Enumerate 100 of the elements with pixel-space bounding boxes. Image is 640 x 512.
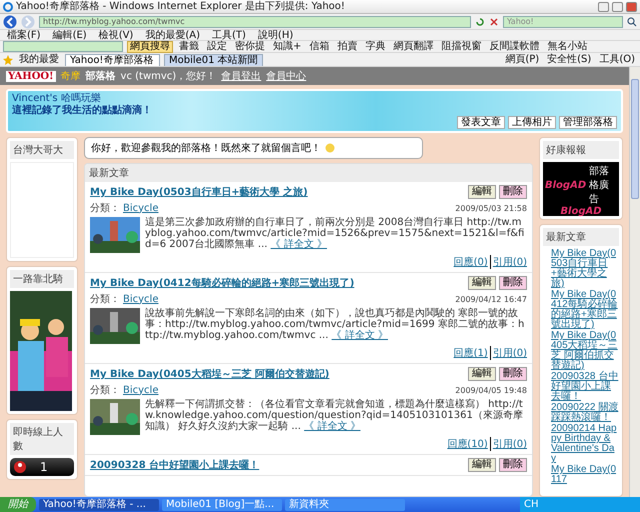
post-date: 2009/04/12 16:47: [455, 294, 527, 304]
site-logo: YAHOO!: [6, 70, 56, 82]
toolbar-item[interactable]: 網頁翻譯: [391, 41, 436, 52]
post-excerpt: 先解釋一下何謂抓交替：（各位看官文章看完就會知道，標題為什麼這樣寫） http://tw.knowledge.yahoo.com/question/question?qid=1405103101361（來源奇摩知識） 好久好久沒約大家一起騎 ... 《 詳全文 》: [145, 399, 524, 432]
greeting-text: vc (twmvc)，您好！: [120, 70, 216, 83]
toolbar-item[interactable]: 設定: [205, 41, 229, 52]
toolbar-item[interactable]: 信箱: [307, 41, 332, 52]
toolbar-item[interactable]: 密你提: [233, 41, 267, 52]
post-action-button[interactable]: 編輯: [468, 276, 496, 290]
post-title[interactable]: 20090328 台中好望園小上課去囉！: [90, 458, 465, 472]
forward-icon: [21, 14, 35, 28]
recent-post-link[interactable]: 20090222 關渡踩踩熱滾囉！: [551, 403, 619, 423]
toolbar-item[interactable]: 書籤: [177, 41, 201, 52]
blog-subtitle: 這裡記錄了我生活的點點滴滴！: [12, 104, 153, 116]
post-action-button[interactable]: 刪除: [499, 276, 527, 290]
category-link[interactable]: Bicycle: [123, 294, 452, 304]
toolbar-item[interactable]: 字典: [363, 41, 388, 52]
post-title[interactable]: My Bike Day(0412每騎必碎輪的絕路+寒郎三號出現了): [90, 276, 465, 290]
command-button[interactable]: 網頁(P): [503, 54, 542, 65]
menu-item[interactable]: 說明(H): [254, 30, 298, 40]
toolbar-item[interactable]: 反間諜軟體: [487, 41, 542, 52]
scrollbar-thumb[interactable]: [631, 79, 639, 199]
post-title[interactable]: My Bike Day(0405大稻埕～三芝 阿爾伯交替遊記): [90, 367, 465, 381]
banner-action-button[interactable]: 發表文章: [457, 116, 505, 129]
section-name: 部落格: [86, 70, 116, 83]
menu-item[interactable]: 檔案(F): [3, 30, 45, 40]
widget-title: 即時線上人數: [10, 423, 74, 455]
read-more-link[interactable]: 《 詳全文 》: [332, 330, 388, 341]
category-link[interactable]: Bicycle: [123, 384, 452, 396]
close-button[interactable]: [626, 2, 637, 12]
category-label: 分類：: [90, 292, 120, 306]
web-search-button[interactable]: 網頁搜尋: [127, 40, 173, 52]
toolbar-item[interactable]: 無名小站: [545, 41, 590, 52]
browser-tab[interactable]: Yahoo!奇摩部落格: [65, 54, 160, 66]
category-label: 分類：: [90, 384, 120, 397]
post-date: 2009/05/03 21:58: [455, 204, 527, 212]
search-icon: [627, 16, 637, 26]
post-action-button[interactable]: 刪除: [499, 367, 527, 381]
header-link[interactable]: 會員登出: [221, 69, 262, 83]
trackbacks-link[interactable]: 引用(0): [490, 346, 527, 360]
close-icon: [489, 16, 499, 26]
favorites-button[interactable]: 我的最愛: [17, 54, 61, 65]
post-excerpt: 這是第三次參加政府辦的自行車日了，前兩次分別是 2008台灣自行車日 http://tw.myblog.yahoo.com/twmvc/article?mid=1526&prev=1575&next=1521&l=f&fid=6 2007台北國際無車 ... 《 詳全文 》: [145, 217, 526, 250]
command-button[interactable]: 安全性(S): [545, 54, 594, 65]
ad-tag: 部落格廣告: [589, 164, 617, 206]
replies-link[interactable]: 回應(10): [447, 437, 488, 451]
post-action-button[interactable]: 編輯: [468, 367, 496, 381]
header-link[interactable]: 會員中心: [266, 69, 306, 83]
minimize-button[interactable]: [598, 2, 609, 12]
widget-title: 一路靠北騎: [10, 270, 74, 288]
replies-link[interactable]: 回應(0): [454, 255, 488, 269]
widget-title: 台灣大哥大: [10, 141, 74, 159]
menu-item[interactable]: 我的最愛(A): [141, 30, 204, 40]
post-excerpt: 說故事前先解說一下寒郎名詞的由來（如下），說也真巧都是內鬨駛的 寒郎一號的故事：http://tw.myblog.yahoo.com/twmvc/article?mid=1699 寒郎二號的故事：http://tw.myblog.yahoo.com/twmvc ... 《 詳全文 》: [145, 308, 526, 341]
maximize-button[interactable]: [612, 2, 623, 12]
recent-post-link[interactable]: My Bike Day(0503自行車日+藝術大學之旅): [551, 249, 619, 289]
menu-item[interactable]: 編輯(E): [48, 30, 91, 40]
post-action-button[interactable]: 編輯: [468, 458, 496, 472]
category-label: 分類：: [90, 202, 120, 215]
recent-post-link[interactable]: 20090328 台中好望園小上課去囉！: [551, 372, 619, 402]
replies-link[interactable]: 回應(1): [454, 346, 488, 360]
ad-brand: BlogAD: [545, 180, 586, 190]
toolbar-item[interactable]: 拍賣: [335, 41, 360, 52]
recent-post-link[interactable]: My Bike Day(0412每騎必碎輪的絕路+寒郎三號出現了): [551, 290, 619, 330]
trackbacks-link[interactable]: 引用(0): [490, 255, 527, 269]
toolbar-search-field[interactable]: [3, 41, 123, 52]
taskbar-button[interactable]: Yahoo!奇摩部落格 - ...: [39, 498, 159, 510]
greeting-message: 你好，歡迎參觀我的部落格！既然來了就留個言吧！: [91, 142, 321, 155]
post-action-button[interactable]: 編輯: [468, 185, 496, 199]
recent-post-link[interactable]: My Bike Day(0117: [551, 465, 619, 485]
blog-title: Vincent's 哈嗎玩樂: [12, 93, 102, 104]
back-icon: [3, 14, 17, 28]
start-button[interactable]: 開始: [0, 497, 36, 512]
read-more-link[interactable]: 《 詳全文 》: [270, 239, 327, 250]
toolbar-item[interactable]: 阻擋視窗: [439, 41, 484, 52]
banner-action-button[interactable]: 上傳相片: [508, 116, 556, 129]
toolbar-item[interactable]: 知識+: [271, 41, 304, 52]
refresh-icon: [475, 16, 485, 26]
recent-post-link[interactable]: My Bike Day(0405大稻埕～三芝 阿爾伯抓交替遊記): [551, 331, 619, 371]
menu-item[interactable]: 檢視(V): [94, 30, 138, 40]
panel-title: 最新文章: [85, 164, 532, 182]
recent-post-link[interactable]: 20090214 Happy Birthday & Valentine's Day: [551, 424, 619, 464]
command-button[interactable]: 工具(O): [597, 54, 637, 65]
read-more-link[interactable]: 《 詳全文 》: [304, 421, 360, 432]
logo-subtitle: 奇摩: [60, 70, 81, 83]
post-action-button[interactable]: 刪除: [499, 458, 527, 472]
window-title: Yahoo!奇摩部落格 - Windows Internet Explorer 是由下列提供: Yahoo!: [16, 0, 346, 12]
address-field[interactable]: http://tw.myblog.yahoo.com/twmvc: [39, 16, 471, 28]
category-link[interactable]: Bicycle: [123, 202, 452, 214]
post-action-button[interactable]: 刪除: [499, 185, 527, 199]
widget-title: 最新文章: [543, 228, 619, 246]
post-date: 2009/04/05 19:48: [455, 386, 527, 394]
banner-action-button[interactable]: 管理部落格: [559, 116, 617, 129]
browser-tab[interactable]: Mobile01 本站新聞: [164, 54, 263, 66]
star-icon: [3, 54, 13, 64]
widget-title: 好康報報: [543, 141, 619, 159]
menu-item[interactable]: 工具(T): [208, 30, 250, 40]
post-title[interactable]: My Bike Day(0503自行車日+藝術大學 之旅): [90, 185, 465, 199]
ad-footer: BlogAD: [560, 206, 602, 217]
trackbacks-link[interactable]: 引用(0): [490, 437, 527, 451]
